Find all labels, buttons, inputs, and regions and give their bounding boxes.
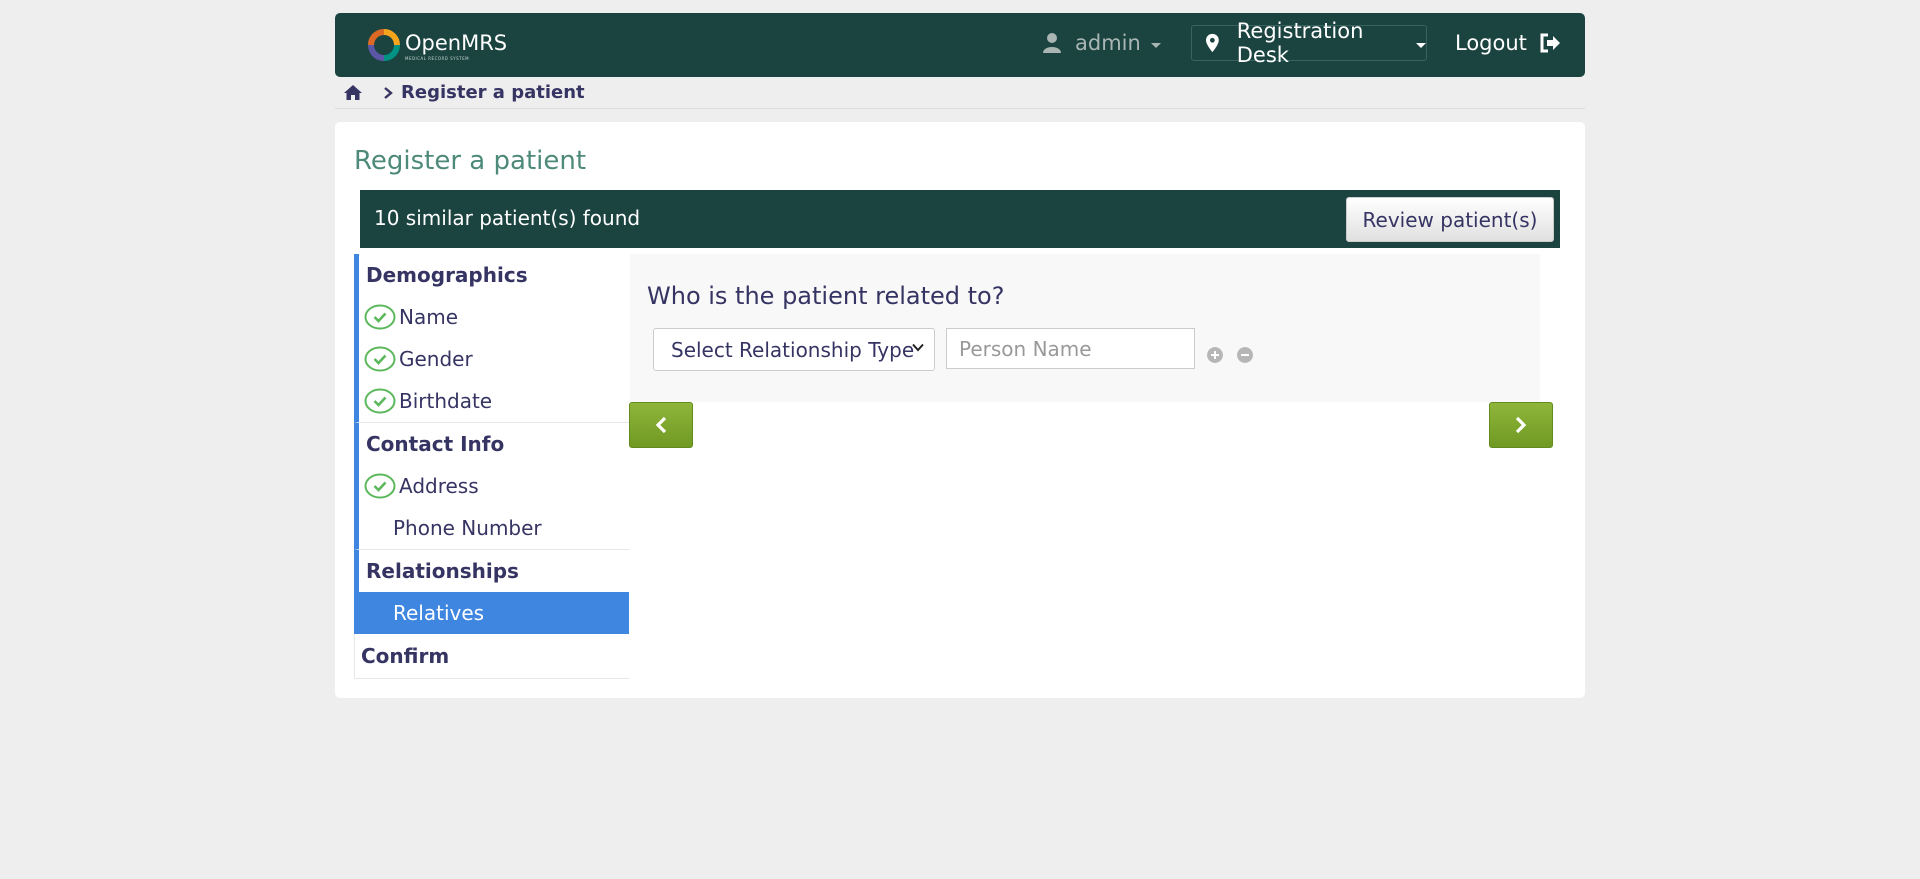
section-title-confirm[interactable]: Confirm <box>355 634 629 678</box>
logout-link[interactable]: Logout <box>1455 31 1561 55</box>
person-name-input[interactable] <box>946 328 1195 369</box>
next-button[interactable] <box>1489 402 1553 448</box>
section-item-birthdate[interactable]: Birthdate <box>359 380 629 422</box>
chevron-down-icon <box>1150 42 1161 48</box>
location-name: Registration Desk <box>1236 19 1364 67</box>
main-panel: Register a patient 10 similar patient(s)… <box>335 122 1585 698</box>
section-item-name[interactable]: Name <box>359 296 629 338</box>
section-item-label: Phone Number <box>393 516 542 540</box>
review-patients-button[interactable]: Review patient(s) <box>1346 197 1554 242</box>
map-marker-icon <box>1206 33 1219 53</box>
section-item-label: Address <box>399 474 479 498</box>
minus-circle-icon[interactable] <box>1237 347 1253 363</box>
section-confirm: Confirm <box>354 634 629 679</box>
question-area: Who is the patient related to? Select Re… <box>630 254 1540 402</box>
section-item-gender[interactable]: Gender <box>359 338 629 380</box>
page-title: Register a patient <box>354 146 587 176</box>
section-item-phone-number[interactable]: Phone Number <box>359 507 629 549</box>
relationship-type-select[interactable]: Select Relationship Type <box>653 328 935 371</box>
section-demographics: Demographics Name Gender Birthdate <box>354 254 629 423</box>
similar-patients-text: 10 similar patient(s) found <box>374 206 641 230</box>
similar-patients-banner: 10 similar patient(s) found Review patie… <box>360 190 1560 248</box>
openmrs-logo-mark <box>368 29 400 61</box>
breadcrumb: Register a patient <box>343 82 585 103</box>
check-circle-icon <box>364 304 396 330</box>
section-title-relationships[interactable]: Relationships <box>359 550 629 592</box>
section-item-label: Birthdate <box>399 389 493 413</box>
plus-circle-icon[interactable] <box>1207 347 1223 363</box>
breadcrumb-current: Register a patient <box>401 82 585 103</box>
section-relationships: Relationships Relatives <box>354 550 629 634</box>
brand-name: OpenMRS <box>405 30 508 55</box>
openmrs-logo[interactable]: OpenMRS MEDICAL RECORD SYSTEM <box>367 28 507 62</box>
chevron-right-icon <box>1515 416 1527 434</box>
check-circle-icon <box>364 346 396 372</box>
section-item-label: Relatives <box>393 601 485 625</box>
user-menu[interactable]: admin <box>1043 31 1161 55</box>
section-title-demographics[interactable]: Demographics <box>359 254 629 296</box>
section-item-relatives[interactable]: Relatives <box>359 592 629 634</box>
form-sections-nav: Demographics Name Gender Birthdate Conta… <box>354 254 629 679</box>
user-icon <box>1043 33 1061 53</box>
previous-button[interactable] <box>629 402 693 448</box>
chevron-right-icon <box>384 86 393 99</box>
chevron-down-icon <box>1416 42 1426 48</box>
section-item-address[interactable]: Address <box>359 465 629 507</box>
divider <box>335 108 1585 109</box>
home-icon[interactable] <box>343 84 363 101</box>
username: admin <box>1075 31 1141 55</box>
section-title-contact-info[interactable]: Contact Info <box>359 423 629 465</box>
sign-out-icon <box>1540 33 1560 53</box>
check-circle-icon <box>364 473 396 499</box>
location-selector[interactable]: Registration Desk <box>1191 19 1427 67</box>
brand-tagline: MEDICAL RECORD SYSTEM <box>405 56 470 61</box>
section-item-label: Name <box>399 305 459 329</box>
check-circle-icon <box>364 388 396 414</box>
chevron-down-icon <box>912 343 924 352</box>
chevron-left-icon <box>655 416 667 434</box>
section-contact-info: Contact Info Address Phone Number <box>354 423 629 550</box>
logout-label: Logout <box>1455 31 1527 55</box>
relationship-type-value: Select Relationship Type <box>671 337 915 362</box>
section-item-label: Gender <box>399 347 473 371</box>
top-header: OpenMRS MEDICAL RECORD SYSTEM admin Regi… <box>335 13 1585 77</box>
question-label: Who is the patient related to? <box>647 282 1005 310</box>
